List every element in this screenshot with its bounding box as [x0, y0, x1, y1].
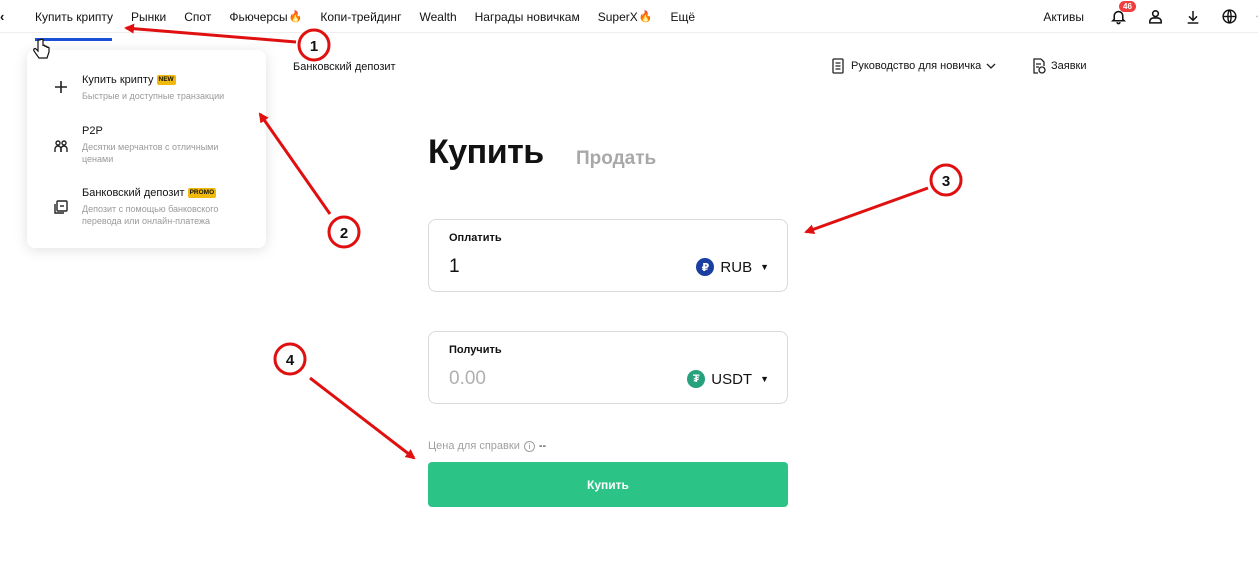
nav-item-label: Купить крипту [35, 9, 114, 24]
receive-currency-label: USDT [711, 370, 753, 388]
caret-down-icon: ▼ [760, 262, 769, 272]
top-navigation-bar: ‹ Купить крипту Рынки Спот Фьючерсы 🔥 Коп… [0, 0, 1258, 33]
dropdown-item-title: Купить крипту NEW [82, 74, 176, 86]
new-badge: NEW [156, 75, 176, 85]
buy-button[interactable]: Купить [428, 462, 788, 507]
globe-icon [1222, 9, 1237, 24]
pay-amount-input[interactable]: 1 [449, 256, 649, 278]
annotation-marker-2: 2 [327, 215, 361, 249]
receive-currency-select[interactable]: ₮ USDT ▼ [687, 370, 769, 388]
orders-icon [1033, 58, 1046, 74]
dropdown-item-title: Банковский депозит PROMO [82, 187, 217, 199]
rub-coin-icon: ₽ [696, 258, 715, 276]
orders-label: Заявки [1051, 60, 1087, 72]
nav-item-label: Рынки [131, 9, 167, 24]
receive-amount-field: Получить 0.00 ₮ USDT ▼ [428, 331, 788, 404]
caret-down-icon: ▼ [760, 374, 769, 384]
nav-item-wealth[interactable]: Wealth [420, 10, 457, 24]
pay-field-label: Оплатить [449, 232, 502, 244]
nav-item-label: Wealth [419, 9, 457, 24]
nav-item-label: Ещё [670, 9, 696, 24]
download-button[interactable] [1174, 0, 1211, 33]
fire-icon: 🔥 [638, 11, 653, 23]
theme-toggle-button[interactable] [1248, 0, 1258, 33]
language-button[interactable] [1211, 0, 1248, 33]
receive-field-label: Получить [449, 344, 502, 356]
dropdown-item-title-text: Банковский депозит [82, 187, 185, 199]
nav-item-copy-trading[interactable]: Копи-трейдинг [320, 10, 401, 24]
notifications-button[interactable]: 46 [1100, 0, 1137, 33]
profile-button[interactable] [1137, 0, 1174, 33]
bank-deposit-link[interactable]: Банковский депозит [293, 61, 396, 73]
receive-amount-input[interactable]: 0.00 [449, 368, 649, 390]
annotation-number: 3 [942, 173, 950, 190]
reference-price-label: Цена для справки [428, 440, 520, 452]
pay-currency-label: RUB [720, 258, 753, 276]
tab-sell[interactable]: Продать [576, 148, 656, 170]
pay-amount-field: Оплатить 1 ₽ RUB ▼ [428, 219, 788, 292]
beginner-guide-dropdown[interactable]: Руководство для новичка [831, 58, 996, 74]
annotation-arrow-2 [258, 112, 332, 215]
people-icon [52, 137, 70, 155]
nav-item-label: Награды новичкам [474, 9, 580, 24]
chevron-left-icon[interactable]: ‹ [0, 9, 4, 24]
fire-icon: 🔥 [288, 11, 303, 23]
dropdown-item-p2p[interactable]: P2P Десятки мерчантов с отличными ценами [27, 112, 266, 174]
annotation-marker-3: 3 [929, 163, 963, 197]
beginner-guide-label: Руководство для новичка [851, 60, 982, 72]
assets-link[interactable]: Активы [1043, 10, 1084, 24]
top-right-actions: Активы 46 [1043, 0, 1258, 33]
dropdown-item-bank-deposit[interactable]: Банковский депозит PROMO Депозит с помощь… [27, 174, 266, 248]
hand-cursor-icon [33, 38, 50, 59]
chevron-down-icon [986, 63, 996, 69]
tab-buy[interactable]: Купить [428, 133, 544, 172]
dropdown-item-buy-crypto[interactable]: Купить крипту NEW Быстрые и доступные тра… [27, 50, 266, 112]
nav-item-futures[interactable]: Фьючерсы 🔥 [229, 10, 302, 24]
bank-deposit-icon [52, 198, 70, 216]
annotation-marker-4: 4 [273, 342, 307, 376]
dropdown-item-description: Десятки мерчантов с отличными ценами [82, 142, 219, 164]
promo-badge: PROMO [187, 188, 217, 198]
nav-item-newcomer-rewards[interactable]: Награды новичкам [475, 10, 580, 24]
nav-item-superx[interactable]: SuperX 🔥 [598, 10, 653, 24]
nav-item-markets[interactable]: Рынки [131, 10, 166, 24]
nav-item-label: Спот [184, 9, 212, 24]
info-icon[interactable]: i [523, 440, 535, 452]
annotation-arrow-3 [804, 186, 929, 234]
notification-count-badge: 46 [1119, 1, 1136, 12]
annotation-number: 4 [286, 352, 295, 369]
buy-crypto-dropdown-menu: Купить крипту NEW Быстрые и доступные тра… [27, 50, 266, 248]
download-icon [1187, 10, 1198, 24]
dropdown-item-description: Быстрые и доступные транзакции [82, 91, 225, 101]
pay-currency-select[interactable]: ₽ RUB ▼ [696, 258, 769, 276]
nav-item-buy-crypto[interactable]: Купить крипту [35, 10, 113, 24]
usdt-coin-icon: ₮ [687, 370, 706, 388]
nav-item-label: SuperX [597, 9, 638, 24]
plus-icon [52, 78, 70, 96]
dropdown-item-title: P2P [82, 125, 103, 137]
annotation-marker-1: 1 [297, 28, 331, 62]
orders-link[interactable]: Заявки [1031, 58, 1087, 74]
dropdown-item-description: Депозит с помощью банковского перевода и… [82, 204, 219, 226]
reference-price: Цена для справки i -- [428, 440, 546, 452]
nav-item-more[interactable]: Ещё [670, 10, 695, 24]
annotation-arrow-4 [309, 376, 416, 460]
annotation-number: 1 [310, 38, 318, 55]
nav-item-label: Фьючерсы [229, 9, 288, 24]
annotation-number: 2 [340, 225, 348, 242]
dropdown-item-title-text: Купить крипту [82, 74, 154, 86]
user-icon [1149, 10, 1162, 24]
nav-item-label: Копи-трейдинг [320, 9, 402, 24]
nav-item-spot[interactable]: Спот [184, 10, 211, 24]
main-nav: Купить крипту Рынки Спот Фьючерсы 🔥 Копи-… [35, 0, 713, 33]
document-icon [832, 58, 844, 74]
reference-price-value: -- [538, 440, 547, 452]
